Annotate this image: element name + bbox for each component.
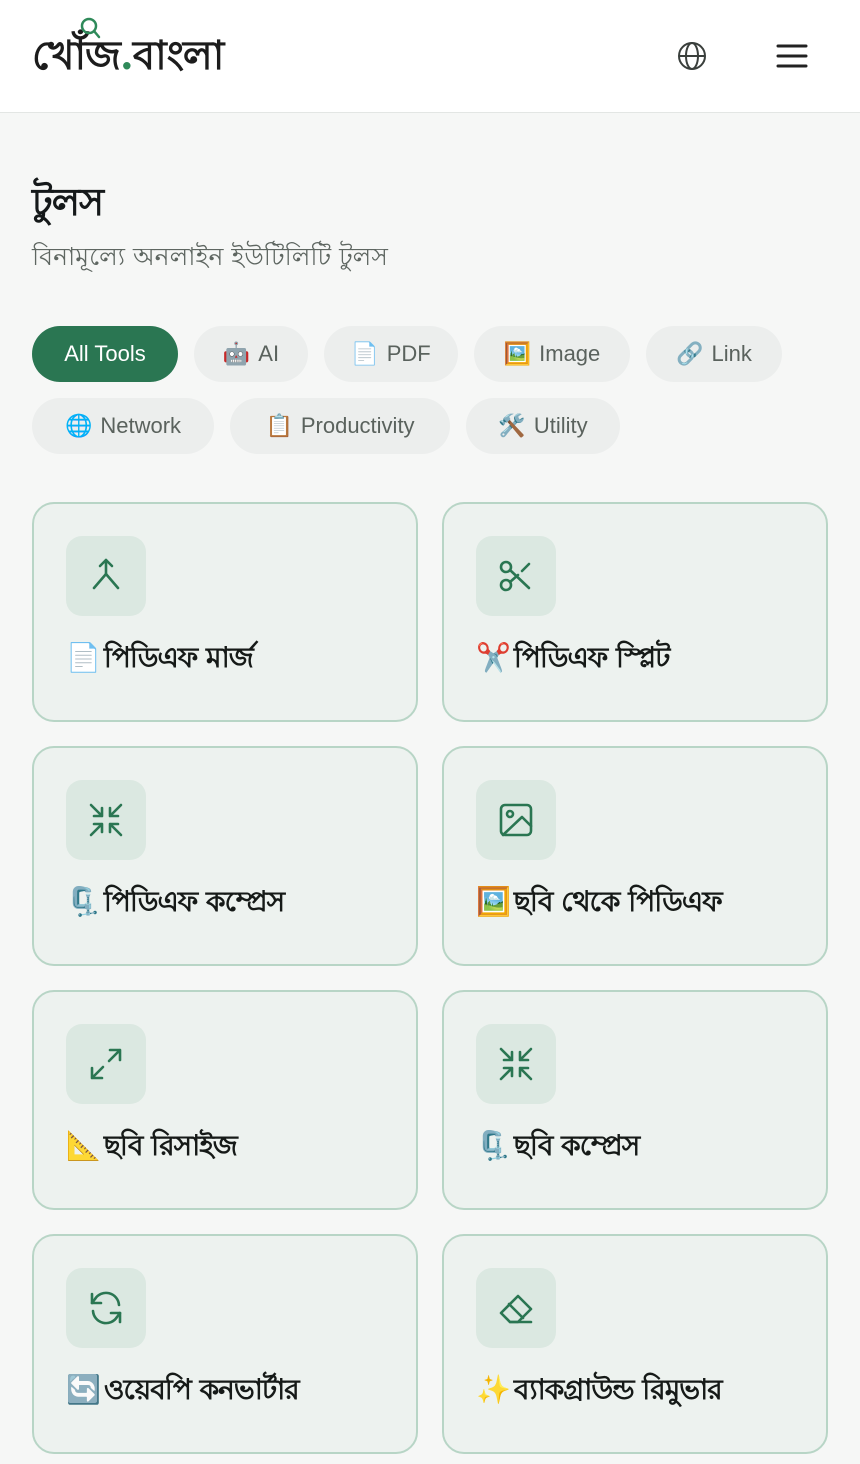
scissors-icon [476, 536, 556, 616]
filter-all-tools[interactable]: All Tools [32, 326, 178, 382]
filter-network[interactable]: 🌐 Network [32, 398, 214, 454]
page-title: টুলস [32, 180, 104, 224]
tool-card-pdf-merge[interactable]: 📄 পিডিএফ মার্জ [32, 502, 418, 722]
tools-icon: 🛠️ [498, 413, 526, 438]
tool-card-image-to-pdf[interactable]: 🖼️ ছবি থেকে পিডিএফ [442, 746, 828, 966]
clamp-icon: 🗜️ [476, 1129, 511, 1162]
site-header: খোঁজ.বাংলা [0, 0, 860, 113]
tool-card-image-resize[interactable]: 📐 ছবি রিসাইজ [32, 990, 418, 1210]
eraser-icon [476, 1268, 556, 1348]
filter-pdf[interactable]: 📄 PDF [324, 326, 458, 382]
robot-icon: 🤖 [222, 341, 251, 366]
picture-icon: 🖼️ [476, 885, 511, 918]
page-subtitle: বিনামূল্যে অনলাইন ইউটিলিটি টুলস [32, 242, 388, 271]
clipboard-icon: 📋 [265, 413, 293, 438]
document-icon: 📄 [66, 641, 101, 674]
tool-label: পিডিএফ মার্জ [103, 641, 254, 674]
filter-image[interactable]: 🖼️ Image [474, 326, 630, 382]
site-logo[interactable]: খোঁজ.বাংলা [32, 17, 224, 86]
filter-productivity[interactable]: 📋 Productivity [230, 398, 450, 454]
filter-label: Utility [533, 413, 588, 438]
tool-label: ওয়েবপি কনভার্টার [103, 1373, 300, 1406]
logo-text: খোঁজ.বাংলা [32, 32, 224, 79]
filter-link[interactable]: 🔗 Link [646, 326, 782, 382]
tool-card-background-remover[interactable]: ✨ ব্যাকগ্রাউন্ড রিমুভার [442, 1234, 828, 1454]
language-button[interactable] [668, 32, 716, 80]
document-icon: 📄 [351, 341, 379, 366]
globe-icon: 🌐 [64, 413, 93, 438]
filter-label: All Tools [64, 341, 146, 366]
refresh-icon [66, 1268, 146, 1348]
sparkles-icon: ✨ [476, 1373, 511, 1406]
tool-label: ব্যাকগ্রাউন্ড রিমুভার [513, 1373, 723, 1406]
tool-card-pdf-compress[interactable]: 🗜️ পিডিএফ কম্প্রেস [32, 746, 418, 966]
menu-button[interactable] [768, 32, 816, 80]
expand-arrows-icon [66, 1024, 146, 1104]
scissors-icon: ✂️ [476, 641, 511, 674]
merge-icon [66, 536, 146, 616]
filter-ai[interactable]: 🤖 AI [194, 326, 308, 382]
filter-label: Link [711, 341, 752, 366]
filter-label: PDF [386, 341, 431, 366]
search-icon [80, 17, 101, 39]
tool-label: ছবি রিসাইজ [103, 1129, 238, 1162]
tool-card-image-compress[interactable]: 🗜️ ছবি কম্প্রেস [442, 990, 828, 1210]
filter-utility[interactable]: 🛠️ Utility [466, 398, 620, 454]
link-icon: 🔗 [676, 341, 704, 366]
cycle-arrows-icon: 🔄 [66, 1373, 101, 1406]
clamp-icon: 🗜️ [66, 885, 101, 918]
filter-label: Image [539, 341, 601, 366]
filter-label: Productivity [300, 413, 415, 438]
tool-label: ছবি কম্প্রেস [513, 1129, 640, 1162]
tool-label: পিডিএফ কম্প্রেস [103, 885, 285, 918]
filter-label: Network [100, 413, 182, 438]
compress-arrows-icon [476, 1024, 556, 1104]
tool-card-pdf-split[interactable]: ✂️ পিডিএফ স্প্লিট [442, 502, 828, 722]
tool-card-webp-converter[interactable]: 🔄 ওয়েবপি কনভার্টার [32, 1234, 418, 1454]
image-icon [476, 780, 556, 860]
tool-label: পিডিএফ স্প্লিট [513, 641, 671, 674]
globe-icon [678, 42, 706, 70]
hamburger-menu-icon [776, 44, 808, 68]
tool-label: ছবি থেকে পিডিএফ [513, 885, 723, 918]
ruler-icon: 📐 [66, 1129, 101, 1162]
picture-icon: 🖼️ [503, 341, 532, 366]
compress-arrows-icon [66, 780, 146, 860]
filter-label: AI [258, 341, 280, 366]
